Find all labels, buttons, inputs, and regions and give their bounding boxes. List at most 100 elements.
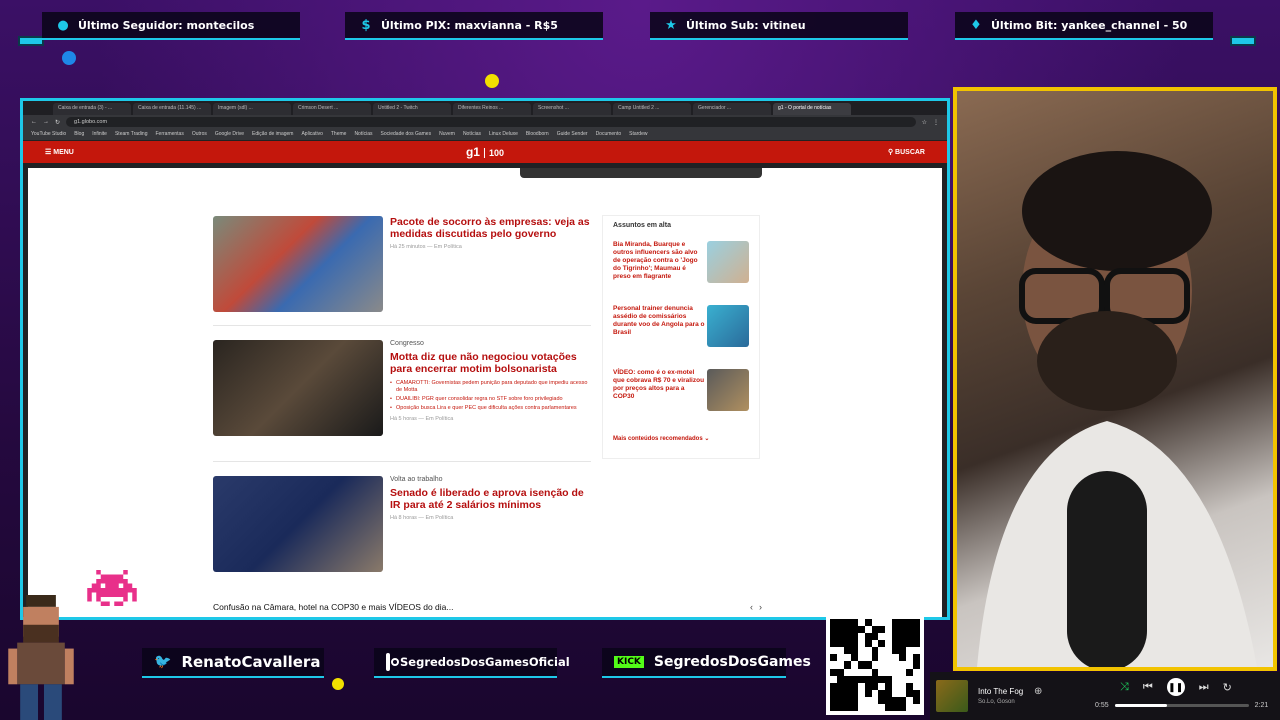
- qr-module: [850, 661, 858, 669]
- qr-module: [857, 682, 865, 690]
- trend-item[interactable]: Bia Miranda, Buarque e outros influencer…: [613, 241, 749, 305]
- forward-icon[interactable]: →: [43, 119, 49, 125]
- browser-tab[interactable]: Caixa de entrada (11.145) ...: [133, 103, 211, 115]
- bookmark[interactable]: Edição de imagem: [252, 131, 293, 138]
- trend-text[interactable]: Bia Miranda, Buarque e outros influencer…: [613, 241, 705, 281]
- browser-tab[interactable]: Screenshot ...: [533, 103, 611, 115]
- qr-module: [878, 682, 886, 690]
- star-icon[interactable]: ☆: [922, 119, 927, 126]
- instagram-handle[interactable]: SegredosDosGamesOficial: [374, 648, 570, 678]
- bookmark[interactable]: Bloodborn: [526, 131, 549, 138]
- qr-module: [885, 661, 893, 669]
- trend-item[interactable]: Personal trainer denuncia assédio de com…: [613, 305, 749, 369]
- bookmark[interactable]: Aplicativo: [301, 131, 322, 138]
- qr-module: [892, 689, 900, 697]
- bookmark[interactable]: Documento: [596, 131, 622, 138]
- bookmark[interactable]: Steam Trading: [115, 131, 148, 138]
- qr-module: [864, 654, 872, 662]
- browser-tab[interactable]: Gerenciador ...: [693, 103, 771, 115]
- qr-module: [878, 654, 886, 662]
- star-icon: ★: [665, 17, 677, 33]
- kick-handle[interactable]: KICK SegredosDosGames: [602, 648, 811, 678]
- alert-text: Último Bit: yankee_channel - 50: [991, 18, 1188, 32]
- qr-module: [830, 619, 837, 627]
- shuffle-icon[interactable]: ⤨: [1120, 681, 1129, 694]
- qr-module: [906, 668, 914, 676]
- track-info: Into The Fog So.Lo, Goson: [978, 687, 1058, 705]
- trend-item[interactable]: VÍDEO: como é o ex-motel que cobrava R$ …: [613, 369, 749, 433]
- news-thumbnail[interactable]: [213, 340, 383, 436]
- next-icon[interactable]: ⏭: [1199, 681, 1209, 694]
- add-icon[interactable]: ⊕: [1034, 686, 1042, 697]
- browser-tab-active[interactable]: g1 - O portal de notícias: [773, 103, 851, 115]
- instagram-icon: [386, 653, 399, 671]
- back-icon[interactable]: ←: [31, 119, 37, 125]
- related-link[interactable]: Oposição busca Lira e quer PEC que dific…: [390, 405, 590, 412]
- trend-thumbnail[interactable]: [707, 305, 749, 347]
- twitter-handle[interactable]: 🐦 RenatoCavallera: [142, 648, 324, 678]
- trend-text[interactable]: VÍDEO: como é o ex-motel que cobrava R$ …: [613, 369, 705, 401]
- menu-icon[interactable]: ⋮: [933, 119, 939, 126]
- related-link[interactable]: DUAILIBI: PGR quer consolidar regra no S…: [390, 396, 590, 403]
- trend-thumbnail[interactable]: [707, 369, 749, 411]
- progress-bar[interactable]: [1114, 704, 1249, 707]
- g1-logo[interactable]: g1 100: [466, 145, 505, 159]
- chevron-right-icon[interactable]: ›: [759, 602, 768, 612]
- bookmark[interactable]: Outros: [192, 131, 207, 138]
- related-link[interactable]: CAMAROTTI: Governistas pedem punição par…: [390, 380, 590, 394]
- bookmark[interactable]: Google Drive: [215, 131, 244, 138]
- repeat-icon[interactable]: ↻: [1223, 681, 1232, 694]
- more-recommended-link[interactable]: Mais conteúdos recomendados ⌄: [613, 435, 749, 442]
- qr-module: [850, 696, 858, 704]
- browser-tab[interactable]: Crimson Desert ...: [293, 103, 371, 115]
- qr-module: [843, 640, 851, 648]
- qr-module: [843, 696, 851, 704]
- menu-button[interactable]: ☰ MENU: [45, 148, 74, 156]
- bookmark[interactable]: Linux Deluxe: [489, 131, 518, 138]
- chevron-left-icon[interactable]: ‹: [750, 602, 759, 612]
- previous-icon[interactable]: ⏮: [1143, 681, 1153, 694]
- qr-module: [871, 626, 879, 634]
- bookmark[interactable]: Theme: [331, 131, 347, 138]
- qr-module: [899, 675, 907, 683]
- news-title[interactable]: Senado é liberado e aprova isenção de IR…: [390, 487, 590, 511]
- bookmark[interactable]: Notícias: [354, 131, 372, 138]
- browser-tab[interactable]: Diferentes Reinos ...: [453, 103, 531, 115]
- bookmark[interactable]: YouTube Studio: [31, 131, 66, 138]
- browser-tab[interactable]: Caixa de entrada (3) - ...: [53, 103, 131, 115]
- trend-thumbnail[interactable]: [707, 241, 749, 283]
- bookmark[interactable]: Sociedade dos Games: [381, 131, 432, 138]
- pause-button[interactable]: ❚❚: [1166, 678, 1185, 696]
- qr-module: [899, 682, 907, 690]
- bookmark[interactable]: Notícias: [463, 131, 481, 138]
- qr-module: [906, 654, 914, 662]
- bookmark[interactable]: Nuvem: [439, 131, 455, 138]
- news-item[interactable]: Volta ao trabalho Senado é liberado e ap…: [213, 476, 591, 572]
- search-label: BUSCAR: [895, 149, 925, 156]
- browser-tab[interactable]: Untitled 2 - Twitch: [373, 103, 451, 115]
- trend-text[interactable]: Personal trainer denuncia assédio de com…: [613, 305, 705, 337]
- qr-module: [892, 668, 900, 676]
- bookmark[interactable]: Blog: [74, 131, 84, 138]
- bookmark[interactable]: Ferramentas: [156, 131, 184, 138]
- browser-tab[interactable]: Imagem (sdl) ...: [213, 103, 291, 115]
- livepix-qr-code[interactable]: [826, 615, 924, 715]
- bookmark[interactable]: Stardew: [629, 131, 647, 138]
- news-item[interactable]: Congresso Motta diz que não negociou vot…: [213, 340, 591, 448]
- browser-tab[interactable]: Camp Untitled 2 ...: [613, 103, 691, 115]
- bookmark[interactable]: Infinite: [92, 131, 107, 138]
- news-thumbnail[interactable]: [213, 216, 383, 312]
- news-thumbnail[interactable]: [213, 476, 383, 572]
- video-strip-title[interactable]: Confusão na Câmara, hotel na COP30 e mai…: [213, 602, 454, 612]
- qr-module: [913, 696, 920, 704]
- address-bar[interactable]: g1.globo.com: [66, 117, 916, 127]
- search-button[interactable]: ⚲ BUSCAR: [888, 148, 925, 156]
- news-title[interactable]: Motta diz que não negociou votações para…: [390, 351, 590, 375]
- qr-module: [878, 619, 886, 627]
- news-meta: Há 8 horas — Em Política: [390, 515, 454, 521]
- news-title[interactable]: Pacote de socorro às empresas: veja as m…: [390, 216, 590, 240]
- bookmark[interactable]: Guide Sender: [557, 131, 588, 138]
- qr-module: [836, 619, 844, 627]
- reload-icon[interactable]: ↻: [55, 119, 60, 126]
- news-item[interactable]: Pacote de socorro às empresas: veja as m…: [213, 216, 591, 312]
